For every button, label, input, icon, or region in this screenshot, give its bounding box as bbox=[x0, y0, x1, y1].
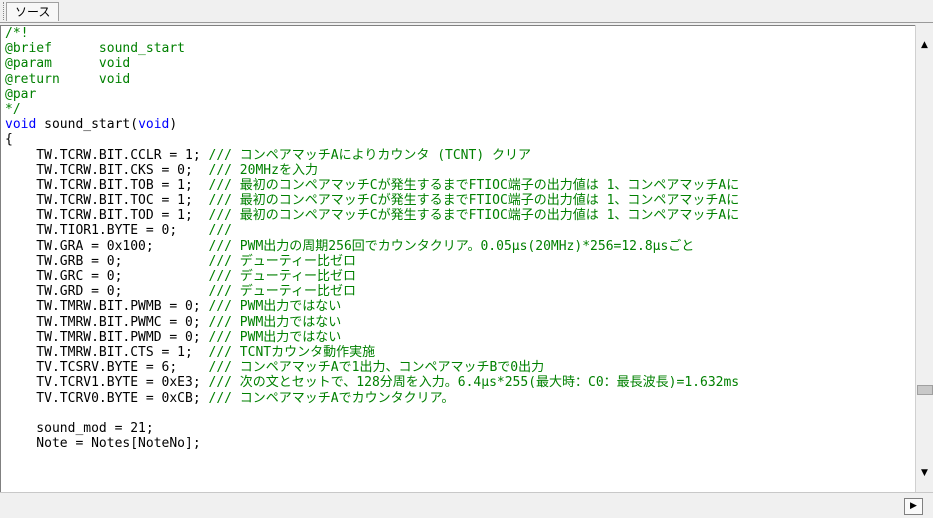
vertical-scroll-thumb[interactable] bbox=[917, 385, 933, 395]
code-comment: /// コンペアマッチAで1出力、コンペアマッチBで0出力 bbox=[208, 360, 545, 376]
code-line: TW.TCRW.BIT.TOD = 1; /// 最初のコンペアマッチCが発生す… bbox=[5, 208, 911, 223]
code-line: TW.TMRW.BIT.PWMB = 0; /// PWM出力ではない bbox=[5, 299, 911, 314]
code-line: @par bbox=[5, 87, 911, 102]
code-comment: /// 20MHzを入力 bbox=[208, 162, 318, 178]
code-line: @return void bbox=[5, 72, 911, 87]
code-line: TV.TCRV0.BYTE = 0xCB; /// コンペアマッチAでカウンタク… bbox=[5, 391, 911, 406]
code-text: TV.TCSRV.BYTE = 6; bbox=[5, 360, 209, 376]
tab-source[interactable]: ソース bbox=[6, 2, 60, 21]
code-comment: */ bbox=[5, 101, 21, 117]
vertical-scrollbar[interactable]: ▲ ▼ bbox=[915, 25, 933, 492]
code-comment: @brief sound_start bbox=[5, 41, 186, 57]
code-text: sound_mod = 21; bbox=[5, 420, 154, 436]
code-line: TW.TCRW.BIT.CCLR = 1; /// コンペアマッチAによりカウン… bbox=[5, 148, 911, 163]
code-text: TV.TCRV1.BYTE = 0xE3; bbox=[5, 375, 209, 391]
code-line: TW.TIOR1.BYTE = 0; /// bbox=[5, 223, 911, 238]
code-line: @brief sound_start bbox=[5, 41, 911, 56]
code-comment: /// 最初のコンペアマッチCが発生するまでFTIOC端子の出力値は 1、コンペ… bbox=[208, 208, 740, 224]
code-text: TW.GRD = 0; bbox=[5, 284, 209, 300]
code-comment: @param void bbox=[5, 56, 131, 72]
code-line: void sound_start(void) bbox=[5, 117, 911, 132]
code-comment: /// 次の文とセットで、128分周を入力。6.4μs*255(最大時：C0：最… bbox=[208, 375, 740, 391]
scroll-up-icon[interactable]: ▲ bbox=[916, 37, 933, 54]
code-line: Note = Notes[NoteNo]; bbox=[5, 436, 911, 451]
code-text: TW.TCRW.BIT.CCLR = 1; bbox=[5, 147, 209, 163]
code-text: TW.GRB = 0; bbox=[5, 253, 209, 269]
code-comment: /// TCNTカウンタ動作実施 bbox=[208, 344, 376, 360]
tab-bar-grip bbox=[0, 2, 4, 20]
code-text: Note = Notes[NoteNo]; bbox=[5, 436, 201, 452]
code-text: TW.TCRW.BIT.TOC = 1; bbox=[5, 193, 209, 209]
code-line: @param void bbox=[5, 56, 911, 71]
code-comment: /// PWM出力の周期256回でカウンタクリア。0.05μs(20MHz)*2… bbox=[208, 238, 695, 254]
code-line: TW.GRA = 0x100; /// PWM出力の周期256回でカウンタクリア… bbox=[5, 239, 911, 254]
code-comment: /// PWM出力ではない bbox=[208, 329, 342, 345]
code-comment: /// コンペアマッチAによりカウンタ (TCNT) クリア bbox=[208, 147, 532, 163]
code-comment: /// PWM出力ではない bbox=[208, 314, 342, 330]
code-keyword: void bbox=[138, 117, 170, 133]
code-text: ) bbox=[169, 117, 178, 133]
scroll-down-icon[interactable]: ▼ bbox=[916, 465, 933, 482]
code-line: /*! bbox=[5, 26, 911, 41]
code-comment: /// コンペアマッチAでカウンタクリア。 bbox=[208, 390, 455, 406]
code-line: TV.TCRV1.BYTE = 0xE3; /// 次の文とセットで、128分周… bbox=[5, 375, 911, 390]
code-comment: /// 最初のコンペアマッチCが発生するまでFTIOC端子の出力値は 1、コンペ… bbox=[208, 193, 740, 209]
code-line: TV.TCSRV.BYTE = 6; /// コンペアマッチAで1出力、コンペア… bbox=[5, 360, 911, 375]
code-line: sound_mod = 21; bbox=[5, 421, 911, 436]
code-line: TW.GRD = 0; /// デューティー比ゼロ bbox=[5, 284, 911, 299]
code-line: TW.TMRW.BIT.CTS = 1; /// TCNTカウンタ動作実施 bbox=[5, 345, 911, 360]
code-text: TW.TMRW.BIT.PWMD = 0; bbox=[5, 329, 209, 345]
code-line: TW.TMRW.BIT.PWMD = 0; /// PWM出力ではない bbox=[5, 330, 911, 345]
code-line: TW.GRC = 0; /// デューティー比ゼロ bbox=[5, 269, 911, 284]
code-text: TW.TIOR1.BYTE = 0; bbox=[5, 223, 209, 239]
code-text: TW.TMRW.BIT.CTS = 1; bbox=[5, 344, 209, 360]
code-text: TW.GRA = 0x100; bbox=[5, 238, 209, 254]
code-comment: /// デューティー比ゼロ bbox=[208, 269, 357, 284]
code-text: TW.TCRW.BIT.CKS = 0; bbox=[5, 162, 209, 178]
code-line: TW.TMRW.BIT.PWMC = 0; /// PWM出力ではない bbox=[5, 315, 911, 330]
code-comment: @par bbox=[5, 86, 37, 102]
code-keyword: void bbox=[5, 117, 37, 133]
code-comment: @return void bbox=[5, 71, 131, 87]
code-comment: /// bbox=[208, 223, 232, 239]
code-line: TW.TCRW.BIT.CKS = 0; /// 20MHzを入力 bbox=[5, 163, 911, 178]
code-text: TV.TCRV0.BYTE = 0xCB; bbox=[5, 390, 209, 406]
code-line: TW.TCRW.BIT.TOC = 1; /// 最初のコンペアマッチCが発生す… bbox=[5, 193, 911, 208]
code-comment: /// デューティー比ゼロ bbox=[208, 284, 357, 300]
code-area[interactable]: /*! @brief sound_start @param void @return … bbox=[5, 26, 911, 493]
source-editor[interactable]: /*! @brief sound_start @param void @return … bbox=[0, 25, 931, 494]
code-text: TW.TMRW.BIT.PWMB = 0; bbox=[5, 299, 209, 315]
document-tab-bar: ソース bbox=[0, 0, 933, 23]
horizontal-scroll-track[interactable] bbox=[0, 497, 897, 513]
code-comment: /// PWM出力ではない bbox=[208, 299, 342, 315]
scroll-right-icon[interactable]: ▶ bbox=[904, 498, 923, 515]
code-text: { bbox=[5, 132, 13, 148]
code-comment: /// デューティー比ゼロ bbox=[208, 253, 357, 269]
code-line: { bbox=[5, 132, 911, 147]
code-text: sound_start( bbox=[36, 117, 139, 133]
code-text: TW.TCRW.BIT.TOD = 1; bbox=[5, 208, 209, 224]
horizontal-scrollbar[interactable]: ▶ bbox=[0, 492, 933, 518]
code-line: TW.TCRW.BIT.TOB = 1; /// 最初のコンペアマッチCが発生す… bbox=[5, 178, 911, 193]
code-text: TW.TMRW.BIT.PWMC = 0; bbox=[5, 314, 209, 330]
code-comment: /*! bbox=[5, 26, 29, 41]
code-line: TW.GRB = 0; /// デューティー比ゼロ bbox=[5, 254, 911, 269]
code-comment: /// 最初のコンペアマッチCが発生するまでFTIOC端子の出力値は 1、コンペ… bbox=[208, 177, 740, 193]
code-line: */ bbox=[5, 102, 911, 117]
code-text: TW.TCRW.BIT.TOB = 1; bbox=[5, 177, 209, 193]
code-text: TW.GRC = 0; bbox=[5, 269, 209, 284]
